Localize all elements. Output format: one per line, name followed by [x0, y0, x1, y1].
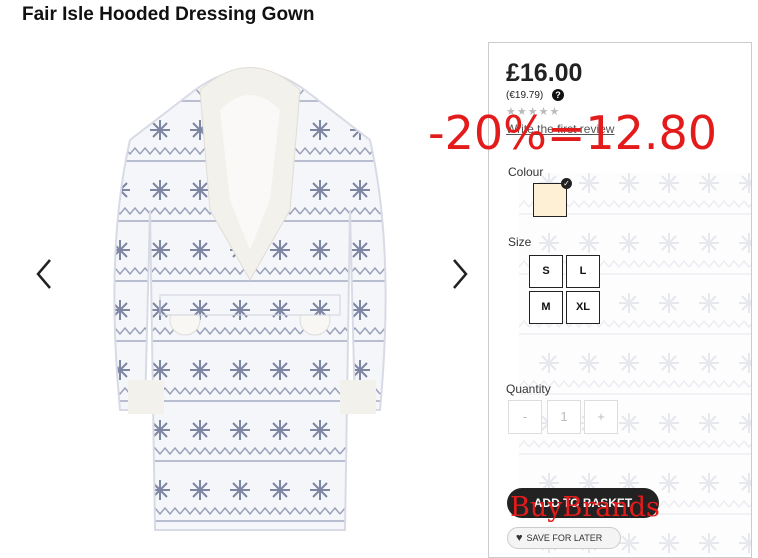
check-icon: ✓	[561, 178, 572, 189]
qty-decrease-button[interactable]: -	[508, 400, 542, 434]
size-option-xl[interactable]: XL	[566, 291, 600, 324]
qty-increase-button[interactable]: +	[584, 400, 618, 434]
size-option-m[interactable]: M	[529, 291, 563, 324]
help-icon[interactable]: ?	[552, 89, 564, 101]
save-for-later-button[interactable]: ♥ SAVE FOR LATER	[507, 527, 621, 549]
colour-label: Colour	[508, 165, 544, 179]
watermark: BuyBrands	[510, 492, 660, 523]
colour-swatch[interactable]: ✓	[533, 178, 572, 217]
product-gallery	[0, 40, 490, 558]
page-title: Fair Isle Hooded Dressing Gown	[22, 4, 315, 25]
next-image-arrow[interactable]	[450, 256, 470, 292]
quantity-label: Quantity	[506, 382, 551, 396]
discount-overlay: -20%=12.80	[428, 106, 718, 160]
chevron-right-icon	[453, 259, 468, 289]
price-eur: (€19.79)	[506, 90, 544, 101]
chevron-left-icon	[36, 259, 51, 289]
size-option-l[interactable]: L	[566, 255, 600, 288]
price: £16.00	[506, 59, 583, 87]
prev-image-arrow[interactable]	[34, 256, 54, 292]
save-for-later-label: SAVE FOR LATER	[526, 533, 603, 543]
size-label: Size	[508, 235, 532, 249]
product-image	[113, 67, 387, 531]
qty-input[interactable]: 1	[547, 400, 581, 434]
size-option-s[interactable]: S	[529, 255, 563, 288]
heart-icon: ♥	[516, 532, 523, 544]
